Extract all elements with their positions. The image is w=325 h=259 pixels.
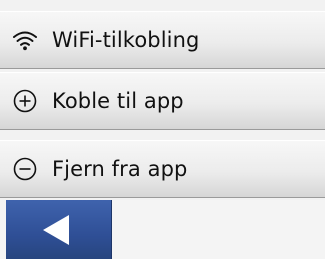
- minus-circle-icon: [11, 155, 39, 183]
- menu-item-label: Koble til app: [52, 89, 184, 113]
- menu-item-wifi-connection[interactable]: WiFi-tilkobling: [0, 11, 325, 69]
- menu-item-remove-app[interactable]: Fjern fra app: [0, 140, 325, 198]
- menu-item-connect-app[interactable]: Koble til app: [0, 72, 325, 130]
- back-arrow-icon: [42, 214, 69, 245]
- back-button[interactable]: [6, 200, 112, 259]
- plus-circle-icon: [11, 87, 39, 115]
- settings-screen: WiFi-tilkobling Koble til app Fjern fra …: [0, 0, 325, 259]
- wifi-icon: [11, 26, 39, 54]
- menu-item-label: WiFi-tilkobling: [52, 28, 200, 52]
- menu-item-label: Fjern fra app: [52, 157, 188, 181]
